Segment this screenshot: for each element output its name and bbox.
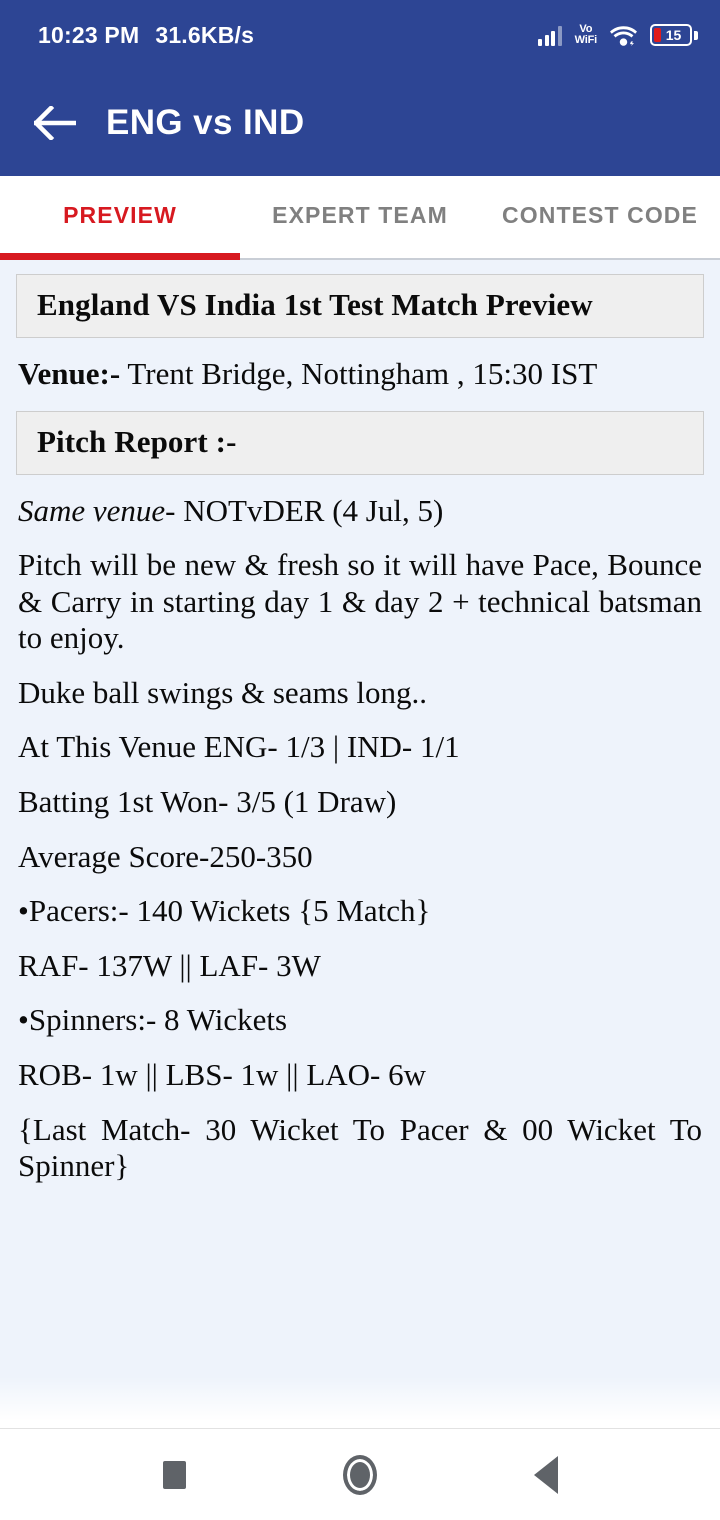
tab-preview[interactable]: PREVIEW [0,176,240,260]
app-bar: ENG vs IND [0,70,720,176]
pitch-description: Pitch will be new & fresh so it will hav… [18,547,702,656]
batting-first-line: Batting 1st Won- 3/5 (1 Draw) [18,784,397,820]
signal-bars-icon [538,24,562,46]
venue-label: Venue:- [18,356,121,391]
status-bar: 10:23 PM 31.6KB/s Vo WiFi 15 [0,0,720,70]
triangle-left-icon [534,1455,558,1494]
status-bar-right: Vo WiFi 15 [538,24,698,46]
spinners-breakdown-line: ROB- 1w || LBS- 1w || LAO- 6w [18,1056,427,1092]
duke-ball-line: Duke ball swings & seams long.. [18,674,427,710]
battery-icon: 15 [650,24,698,46]
app-root: 10:23 PM 31.6KB/s Vo WiFi 15 ENG vs IND … [0,0,720,1520]
preview-heading-box: England VS India 1st Test Match Preview [16,274,704,338]
tab-bar: PREVIEW EXPERT TEAM CONTEST CODE [0,176,720,260]
battery-level-text: 15 [665,27,682,43]
preview-content: England VS India 1st Test Match Preview … [0,260,720,1428]
venue-line: Venue:- Trent Bridge, Nottingham , 15:30… [16,356,704,393]
tab-preview-label: PREVIEW [63,201,177,228]
spinners-line: •Spinners:- 8 Wickets [18,1002,288,1038]
venue-record-line: At This Venue ENG- 1/3 | IND- 1/1 [18,729,460,765]
network-speed: 31.6KB/s [155,21,255,48]
status-time: 10:23 PM [38,21,140,48]
average-score-line: Average Score-250-350 [18,838,313,874]
back-arrow-icon[interactable] [32,100,78,146]
tab-expert-team-label: EXPERT TEAM [272,201,448,228]
pitch-report-heading: Pitch Report :- [37,423,237,459]
battery-cap [694,30,698,40]
battery-body: 15 [650,24,692,46]
venue-value: Trent Bridge, Nottingham , 15:30 IST [127,356,598,391]
home-button[interactable] [332,1447,388,1503]
same-venue-line: Same venue- NOTvDER (4 Jul, 5) [16,493,704,530]
tab-expert-team[interactable]: EXPERT TEAM [240,176,480,258]
circle-icon [343,1454,377,1495]
tab-contest-code-label: CONTEST CODE [502,201,698,228]
status-bar-left: 10:23 PM 31.6KB/s [38,22,254,49]
vowifi-line-2: WiFi [574,34,598,46]
pacers-breakdown-line: RAF- 137W || LAF- 3W [18,947,321,983]
android-nav-bar [0,1428,720,1520]
square-icon [162,1460,186,1489]
last-match-line: {Last Match- 30 Wicket To Pacer & 00 Wic… [18,1111,702,1184]
pitch-report-heading-box: Pitch Report :- [16,410,704,475]
preview-heading: England VS India 1st Test Match Preview [37,287,593,322]
wifi-icon [610,25,637,46]
vowifi-icon: Vo WiFi [574,24,598,46]
same-venue-value: NOTvDER (4 Jul, 5) [183,492,444,528]
back-button[interactable] [518,1447,574,1503]
page-title: ENG vs IND [106,103,305,142]
tab-contest-code[interactable]: CONTEST CODE [480,176,720,258]
recents-button[interactable] [146,1447,202,1503]
pacers-line: •Pacers:- 140 Wickets {5 Match} [18,893,431,929]
same-venue-label: Same venue- [18,492,176,528]
